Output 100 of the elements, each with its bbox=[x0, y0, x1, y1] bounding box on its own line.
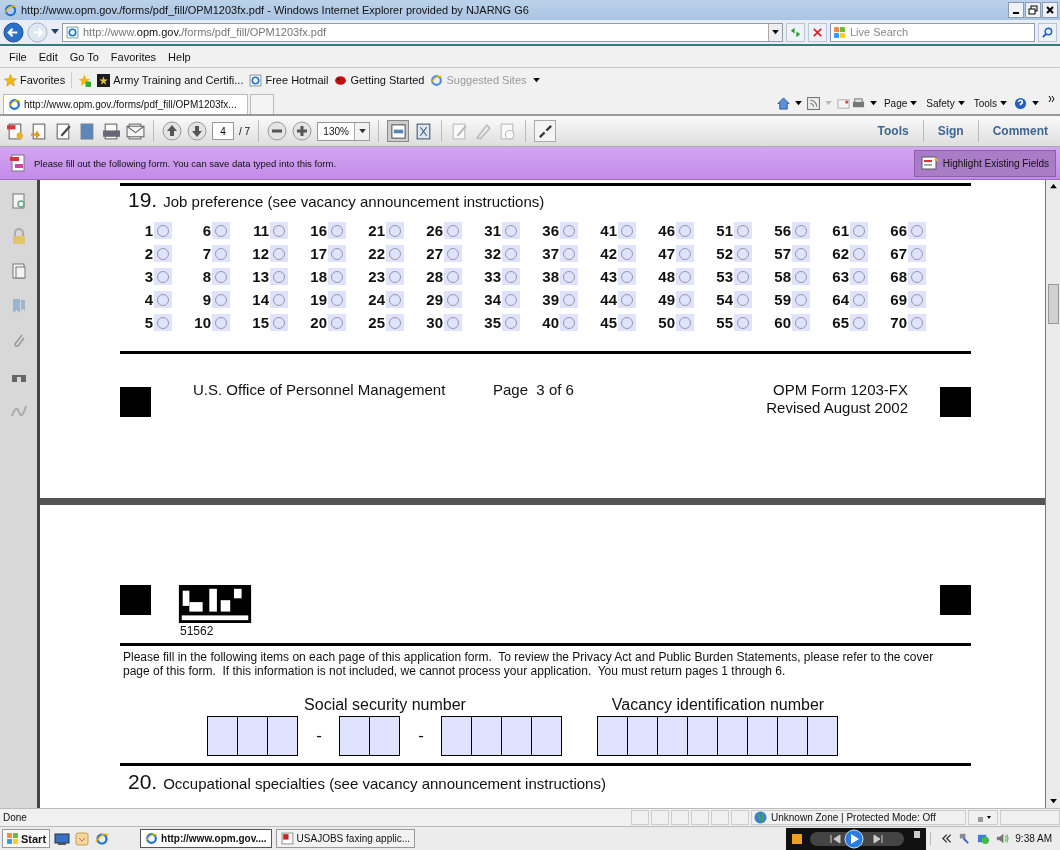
caret-icon[interactable] bbox=[51, 29, 59, 35]
full-screen-button[interactable] bbox=[534, 120, 557, 142]
menu-item[interactable]: Help bbox=[162, 48, 197, 65]
previous-page-button[interactable] bbox=[162, 121, 182, 141]
menu-item[interactable]: Favorites bbox=[104, 48, 163, 65]
option-number: 60 bbox=[773, 314, 791, 331]
option-number: 28 bbox=[425, 268, 443, 285]
help-icon[interactable] bbox=[1014, 96, 1027, 110]
desktop-icon[interactable] bbox=[54, 831, 71, 846]
caret-icon[interactable] bbox=[794, 100, 802, 106]
input-field[interactable] bbox=[441, 716, 472, 756]
next-page-button[interactable] bbox=[187, 121, 207, 141]
stop-button[interactable] bbox=[808, 22, 827, 42]
caret-icon[interactable] bbox=[869, 100, 877, 106]
email-icon[interactable] bbox=[126, 121, 145, 141]
input-field[interactable] bbox=[339, 716, 370, 756]
network-icon[interactable] bbox=[958, 832, 972, 845]
menu-item[interactable]: Go To bbox=[63, 48, 105, 65]
address-field[interactable]: http://www.opm.gov./forms/pdf_fill/OPM1203fx.pdf bbox=[62, 22, 783, 42]
restore-icon bbox=[1028, 5, 1038, 15]
chevron-icon[interactable] bbox=[1048, 95, 1056, 103]
registration-mark bbox=[120, 585, 151, 615]
print-icon[interactable] bbox=[102, 121, 121, 141]
pane-tab[interactable]: Tools bbox=[871, 124, 915, 138]
option-number: 47 bbox=[657, 245, 675, 262]
highlight-fields-button[interactable]: Highlight Existing Fields bbox=[913, 149, 1056, 177]
search-field[interactable]: Live Search bbox=[830, 22, 1035, 42]
create-pdf-icon[interactable] bbox=[6, 121, 25, 141]
scroll-thumb[interactable] bbox=[1047, 284, 1059, 324]
input-field[interactable] bbox=[597, 716, 628, 756]
windows-flag-icon bbox=[833, 25, 846, 39]
form-message: Please fill out the following form. You can save data typed into this form. bbox=[34, 157, 337, 169]
pages-icon[interactable] bbox=[9, 262, 28, 280]
option-number: 44 bbox=[599, 291, 617, 308]
new-tab-button[interactable] bbox=[250, 94, 274, 114]
home-icon[interactable] bbox=[776, 96, 790, 110]
add-favorite-icon[interactable] bbox=[78, 73, 92, 87]
registration-mark bbox=[940, 585, 971, 615]
back-button[interactable] bbox=[3, 21, 24, 43]
ie-logo-icon[interactable] bbox=[94, 831, 111, 846]
favorite-link[interactable]: Getting Started bbox=[334, 73, 425, 87]
input-field[interactable] bbox=[267, 716, 298, 756]
dropdown-button[interactable] bbox=[768, 23, 782, 41]
favorites-button[interactable]: Favorites bbox=[4, 73, 66, 87]
feed-icon[interactable] bbox=[806, 96, 820, 110]
input-field[interactable] bbox=[657, 716, 688, 756]
zoom-in-button[interactable] bbox=[292, 121, 313, 141]
mail-icon[interactable] bbox=[836, 96, 850, 110]
browser-tab[interactable]: http://www.opm.gov./forms/pdf_fill/OPM1203fx... bbox=[3, 94, 248, 114]
print-icon[interactable] bbox=[851, 96, 865, 110]
caret-icon[interactable] bbox=[1032, 100, 1039, 106]
minimize-button[interactable] bbox=[1008, 2, 1024, 18]
zone-text: Unknown Zone | Protected Mode: Off bbox=[771, 812, 936, 823]
star-icon bbox=[97, 73, 111, 87]
favorite-link[interactable]: Free Hotmail bbox=[249, 73, 329, 87]
status-pane[interactable] bbox=[968, 810, 998, 825]
search-button[interactable] bbox=[1038, 22, 1057, 42]
input-field[interactable] bbox=[207, 716, 238, 756]
fit-width-button[interactable] bbox=[387, 120, 410, 142]
start-button[interactable]: Start bbox=[2, 829, 51, 848]
status-pane bbox=[711, 810, 729, 825]
page-search-icon[interactable] bbox=[9, 192, 28, 210]
separator: - bbox=[417, 726, 425, 746]
input-field[interactable] bbox=[807, 716, 838, 756]
menu-item[interactable]: File bbox=[3, 48, 33, 65]
chevron-icon[interactable] bbox=[939, 832, 953, 845]
close-button[interactable] bbox=[1042, 2, 1058, 18]
input-field[interactable] bbox=[531, 716, 562, 756]
input-field[interactable] bbox=[237, 716, 268, 756]
pen-icon[interactable] bbox=[474, 121, 494, 141]
input-field[interactable] bbox=[747, 716, 778, 756]
command-menu[interactable]: Tools bbox=[973, 97, 1010, 109]
zoom-dropdown[interactable]: 130% bbox=[317, 121, 371, 141]
field-label: Social security number bbox=[304, 696, 466, 714]
media-player-drawing[interactable] bbox=[786, 827, 927, 850]
input-field[interactable] bbox=[777, 716, 808, 756]
command-menu[interactable]: Page bbox=[883, 97, 921, 109]
caret-icon bbox=[1000, 100, 1007, 106]
option-number: 25 bbox=[367, 314, 385, 331]
input-field[interactable] bbox=[471, 716, 502, 756]
edit-document-icon[interactable] bbox=[54, 121, 73, 141]
pane-tab[interactable]: Comment bbox=[986, 124, 1054, 138]
taskbar-button[interactable]: http://www.opm.gov.... bbox=[140, 829, 272, 848]
input-field[interactable] bbox=[717, 716, 748, 756]
scroll-down-icon[interactable] bbox=[1049, 799, 1057, 804]
command-menu[interactable]: Safety bbox=[926, 97, 968, 109]
restore-button[interactable] bbox=[1025, 2, 1041, 18]
input-field[interactable] bbox=[627, 716, 658, 756]
page-number-field[interactable]: 4 bbox=[212, 122, 234, 140]
favorite-link[interactable]: Army Training and Certifi... bbox=[97, 73, 244, 87]
input-field[interactable] bbox=[501, 716, 532, 756]
security-icon[interactable] bbox=[977, 832, 991, 845]
input-field[interactable] bbox=[687, 716, 718, 756]
scroll-up-icon[interactable] bbox=[1049, 184, 1057, 189]
input-field[interactable] bbox=[369, 716, 400, 756]
zoom-out-button[interactable] bbox=[267, 121, 288, 141]
volume-icon[interactable] bbox=[996, 832, 1010, 845]
taskbar-button[interactable]: USAJOBS faxing applic... bbox=[275, 829, 415, 848]
pane-tab[interactable]: Sign bbox=[931, 124, 970, 138]
menu-item[interactable]: Edit bbox=[32, 48, 64, 65]
